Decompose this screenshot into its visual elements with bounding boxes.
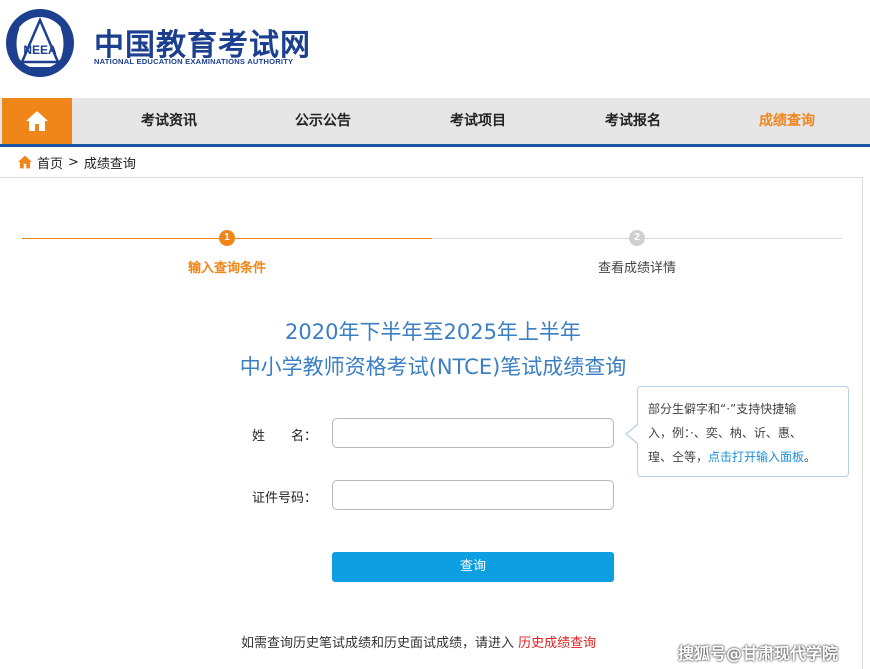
nav-item-score-query[interactable]: 成绩查询 [732, 98, 842, 144]
content-right-border [862, 177, 863, 669]
breadcrumb-home-icon [18, 155, 32, 169]
step-1-label: 输入查询条件 [187, 261, 266, 276]
breadcrumb: 首页 > 成绩查询 [17, 153, 136, 172]
tooltip-line-1: 部分生僻字和“·”支持快捷输 [648, 402, 797, 416]
nav-item-exam-projects[interactable]: 考试项目 [423, 98, 533, 144]
breadcrumb-current: 成绩查询 [83, 156, 136, 172]
breadcrumb-divider [0, 177, 862, 178]
query-button[interactable]: 查询 [332, 552, 614, 582]
nav-underline [0, 144, 870, 147]
history-score-link[interactable]: 历史成绩查询 [518, 636, 596, 651]
step-2-dot: 2 [629, 230, 645, 246]
site-header: NEEA 中国教育考试网 NATIONAL EDUCATION EXAMINAT… [0, 0, 870, 98]
tooltip-line-2: 入，例：·、奕、枘、䜣、惠、 [648, 426, 802, 440]
history-note: 如需查询历史笔试成绩和历史面试成绩，请进入 历史成绩查询 [241, 632, 596, 651]
logo-subtitle: NATIONAL EDUCATION EXAMINATIONS AUTHORIT… [94, 57, 294, 66]
nav-home-button[interactable] [2, 98, 72, 144]
breadcrumb-home-link[interactable]: 首页 [37, 153, 63, 172]
id-number-input[interactable] [332, 480, 614, 510]
rare-char-tooltip: 部分生僻字和“·”支持快捷输 入，例：·、奕、枘、䜣、惠、 瑝、仝等，点击打开输… [637, 386, 849, 477]
home-icon [26, 111, 48, 131]
breadcrumb-separator: > [68, 154, 79, 170]
name-input[interactable] [332, 418, 614, 448]
name-label: 姓 名： [252, 429, 318, 444]
nav-item-registration[interactable]: 考试报名 [578, 98, 688, 144]
id-number-label: 证件号码： [252, 491, 318, 506]
tooltip-arrow-inner [627, 425, 638, 443]
emblem-text: NEEA [23, 43, 57, 57]
tooltip-line-3-suffix: 。 [804, 450, 817, 464]
step-2-label: 查看成绩详情 [597, 261, 676, 276]
tooltip-line-3-prefix: 瑝、仝等， [648, 450, 709, 464]
step-1-dot: 1 [219, 230, 235, 246]
watermark: 搜狐号@甘肃现代学院 [678, 644, 839, 663]
page-title-line1: 2020年下半年至2025年上半年 [285, 320, 581, 344]
neea-emblem-icon[interactable]: NEEA [4, 6, 76, 80]
nav-item-exam-news[interactable]: 考试资讯 [114, 98, 224, 144]
history-note-text: 如需查询历史笔试成绩和历史面试成绩，请进入 [241, 636, 515, 651]
main-nav: 考试资讯 公示公告 考试项目 考试报名 成绩查询 [0, 98, 870, 144]
tooltip-line-3: 瑝、仝等，点击打开输入面板。 [648, 445, 840, 469]
open-input-panel-link[interactable]: 点击打开输入面板 [708, 450, 804, 464]
page-title-line2: 中小学教师资格考试(NTCE)笔试成绩查询 [239, 355, 627, 379]
nav-item-announcements[interactable]: 公示公告 [268, 98, 378, 144]
